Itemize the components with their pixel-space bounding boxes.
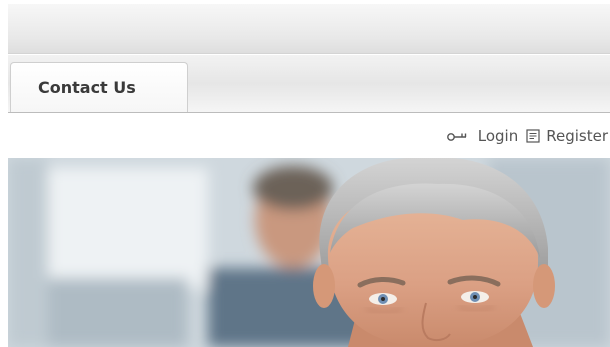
register-label: Register (546, 127, 608, 145)
login-label: Login (477, 127, 519, 145)
hero-photo (8, 158, 610, 347)
tab-contact-us[interactable]: Contact Us (10, 62, 188, 112)
header-bar (8, 4, 610, 54)
register-icon (526, 129, 540, 143)
key-icon (446, 133, 466, 141)
user-links: Login Register (446, 126, 608, 146)
register-link[interactable]: Register (518, 127, 608, 145)
nav-divider (8, 112, 610, 113)
login-link[interactable]: Login (446, 127, 518, 145)
tab-label: Contact Us (38, 78, 136, 97)
hero-banner (8, 158, 610, 347)
